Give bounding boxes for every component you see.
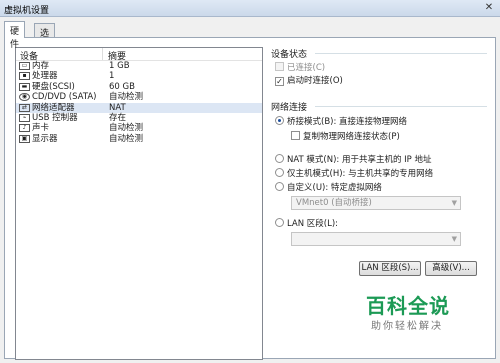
nat-radio[interactable]: NAT 模式(N): 用于共享主机的 IP 地址 bbox=[275, 153, 432, 165]
cdrom-icon: ◉ bbox=[19, 93, 30, 102]
chevron-down-icon: ▼ bbox=[451, 199, 457, 207]
replicate-state-checkbox[interactable]: 复制物理网络连接状态(P) bbox=[291, 130, 400, 142]
bridged-radio[interactable]: 桥接模式(B): 直接连接物理网络 bbox=[275, 115, 407, 127]
window-title: 虚拟机设置 bbox=[4, 6, 50, 16]
device-row-cdrom[interactable]: ◉ CD/DVD (SATA) 自动检测 bbox=[16, 92, 262, 102]
radio-icon bbox=[275, 218, 284, 227]
watermark-subtitle: 助你轻松解决 bbox=[371, 321, 443, 332]
tab-hardware[interactable]: 硬件 bbox=[4, 21, 26, 50]
memory-icon: ▭ bbox=[19, 62, 30, 70]
chevron-down-icon: ▼ bbox=[451, 235, 457, 243]
usb-icon: ⌁ bbox=[19, 113, 30, 122]
checkmark-icon: ✓ bbox=[275, 77, 284, 86]
device-status-divider bbox=[315, 53, 487, 54]
radio-icon bbox=[275, 154, 284, 163]
harddisk-icon: ▬ bbox=[19, 82, 30, 91]
lan-segment-button[interactable]: LAN 区段(S)... bbox=[359, 261, 421, 276]
close-icon[interactable]: ✕ bbox=[482, 2, 496, 14]
device-row-network[interactable]: ⇄ 网络适配器 NAT bbox=[16, 102, 262, 113]
device-row-memory[interactable]: ▭ 内存 1 GB bbox=[16, 61, 262, 71]
radio-icon bbox=[275, 182, 284, 191]
device-row-sound[interactable]: ♪ 声卡 自动检测 bbox=[16, 123, 262, 133]
vmnet-select[interactable]: VMnet0 (自动桥接) ▼ bbox=[291, 196, 461, 210]
network-divider bbox=[315, 106, 487, 107]
device-row-display[interactable]: ▣ 显示器 自动检测 bbox=[16, 134, 262, 144]
title-bar: 虚拟机设置 ✕ bbox=[0, 0, 500, 17]
device-list-header: 设备 摘要 bbox=[16, 48, 262, 62]
radio-icon bbox=[275, 168, 284, 177]
device-row-processor[interactable]: ▪ 处理器 1 bbox=[16, 71, 262, 81]
connect-on-start-checkbox[interactable]: ✓ 启动时连接(O) bbox=[275, 74, 343, 86]
network-connection-title: 网络连接 bbox=[271, 103, 308, 113]
connected-checkbox[interactable]: 已连接(C) bbox=[275, 61, 325, 73]
lan-segment-radio[interactable]: LAN 区段(L): bbox=[275, 217, 338, 229]
device-row-usb[interactable]: ⌁ USB 控制器 存在 bbox=[16, 113, 262, 123]
device-row-harddisk[interactable]: ▬ 硬盘(SCSI) 60 GB bbox=[16, 82, 262, 92]
radio-selected-icon bbox=[275, 116, 284, 125]
cpu-icon: ▪ bbox=[19, 72, 30, 81]
watermark-title: 百科全说 bbox=[366, 294, 450, 318]
tab-options[interactable]: 选项 bbox=[34, 23, 56, 52]
sound-icon: ♪ bbox=[19, 124, 30, 133]
lan-segment-select[interactable]: ▼ bbox=[291, 232, 461, 246]
network-icon: ⇄ bbox=[19, 103, 30, 112]
advanced-button[interactable]: 高级(V)... bbox=[425, 261, 477, 276]
checkbox-icon bbox=[291, 131, 300, 140]
checkbox-icon bbox=[275, 62, 284, 71]
display-icon: ▣ bbox=[19, 134, 30, 143]
device-list: 设备 摘要 ▭ 内存 1 GB ▪ 处理器 1 ▬ 硬盘(SCSI) 60 GB… bbox=[15, 47, 263, 360]
device-status-title: 设备状态 bbox=[271, 50, 308, 60]
custom-radio[interactable]: 自定义(U): 特定虚拟网络 bbox=[275, 181, 382, 193]
hostonly-radio[interactable]: 仅主机模式(H): 与主机共享的专用网络 bbox=[275, 167, 433, 179]
